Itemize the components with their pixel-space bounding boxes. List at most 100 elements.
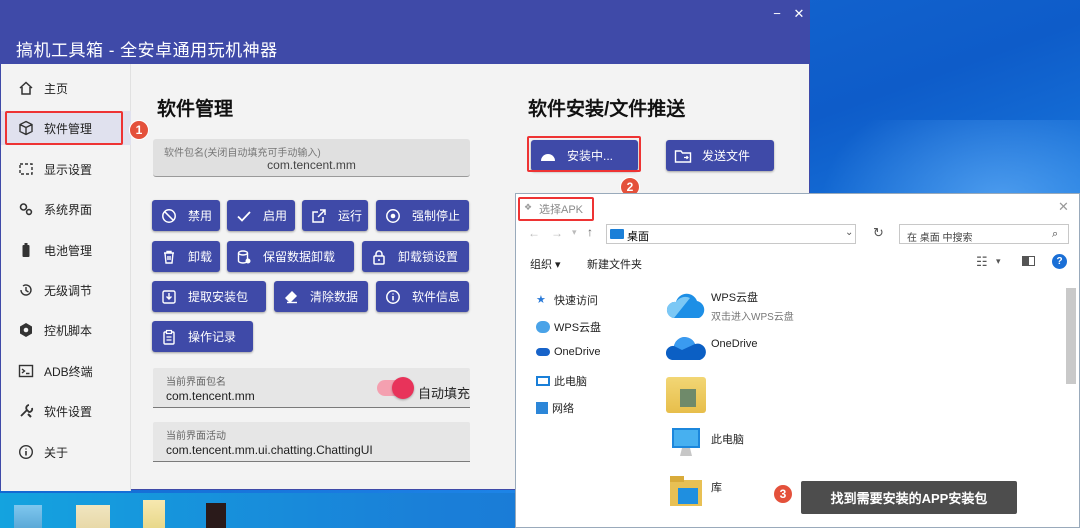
file-name: 此电脑 [711, 434, 744, 446]
forward-arrow-icon[interactable]: → [551, 226, 563, 240]
stop-circle-icon [384, 207, 402, 225]
dialog-title-highlight [518, 197, 594, 221]
taskbar-app-icon[interactable] [206, 503, 226, 528]
file-item-blurred-folder[interactable] [666, 377, 706, 413]
view-dropdown-icon[interactable]: ▾ [996, 256, 1001, 267]
package-name-label: 软件包名(关闭自动填充可手动输入) [164, 148, 321, 159]
uninstall-button[interactable]: 卸载 [152, 241, 220, 272]
sidebar-item-software-settings[interactable]: 软件设置 [1, 394, 131, 428]
file-name: OneDrive [711, 338, 758, 350]
uninstall-lock-settings-button[interactable]: 卸载锁设置 [362, 241, 469, 272]
history-icon [16, 280, 36, 300]
step-2-highlight [527, 136, 641, 172]
help-icon[interactable]: ? [1052, 254, 1067, 269]
force-stop-button[interactable]: 强制停止 [376, 200, 469, 231]
sidebar-item-system-ui[interactable]: 系统界面 [1, 192, 131, 226]
address-bar[interactable]: 桌面 ⌄ [606, 224, 856, 244]
new-folder-button[interactable]: 新建文件夹 [587, 256, 642, 272]
title-bar: 搞机工具箱 - 全安卓通用玩机神器 − ✕ [1, 1, 809, 64]
sidebar-item-home[interactable]: 主页 [1, 71, 131, 105]
ban-icon [160, 207, 178, 225]
software-info-button[interactable]: 软件信息 [376, 281, 469, 312]
preview-pane-icon[interactable] [1022, 256, 1035, 266]
tree-item-this-pc[interactable]: 此电脑 [536, 373, 587, 389]
dialog-close-button[interactable]: ✕ [1058, 199, 1069, 215]
library-folder-icon [670, 476, 702, 506]
file-item-this-pc[interactable]: 此电脑 [666, 426, 744, 460]
sidebar-item-battery[interactable]: 电池管理 [1, 233, 131, 267]
keep-data-uninstall-button[interactable]: 保留数据卸载 [227, 241, 354, 272]
monitor-icon [672, 428, 700, 456]
terminal-icon [16, 361, 36, 381]
send-file-button[interactable]: 发送文件 [666, 140, 774, 171]
folder-icon [666, 377, 706, 413]
app-title: 搞机工具箱 - 全安卓通用玩机神器 [16, 41, 278, 60]
taskbar-app-icon[interactable] [143, 500, 165, 528]
sidebar-item-label: 无级调节 [44, 283, 93, 298]
sidebar-item-stepless-adjust[interactable]: 无级调节 [1, 273, 131, 307]
minimize-button[interactable]: − [769, 6, 785, 21]
extract-apk-button[interactable]: 提取安装包 [152, 281, 266, 312]
sidebar-item-label: 关于 [44, 445, 69, 460]
desktop-folder-icon [610, 229, 624, 239]
vertical-scrollbar[interactable] [1066, 288, 1076, 384]
clear-data-button[interactable]: 清除数据 [274, 281, 368, 312]
install-push-heading: 软件安装/文件推送 [528, 99, 686, 120]
current-package-label: 当前界面包名 [166, 377, 226, 388]
current-activity-value: com.tencent.mm.ui.chatting.ChattingUI [166, 443, 373, 457]
taskbar-app-icon[interactable] [76, 505, 110, 528]
battery-icon [16, 240, 36, 260]
view-options-icon[interactable]: ☷ [976, 254, 988, 270]
dialog-title-bar: ❖ 选择APK ✕ [516, 194, 1079, 221]
check-icon [235, 207, 253, 225]
enable-button[interactable]: 启用 [227, 200, 295, 231]
sidebar-item-control-script[interactable]: 控机脚本 [1, 313, 131, 347]
sidebar-item-label: 系统界面 [44, 202, 93, 217]
tree-item-onedrive[interactable]: OneDrive [536, 346, 600, 358]
search-placeholder: 在 桌面 中搜索 [907, 233, 973, 244]
display-icon [16, 159, 36, 179]
taskbar-app-icon[interactable] [14, 505, 42, 528]
navigation-pane: ★ 快速访问 WPS云盘 OneDrive 此电脑 网络 [516, 284, 656, 524]
step-3-badge: 3 [773, 484, 793, 504]
disable-button[interactable]: 禁用 [152, 200, 220, 231]
sidebar-item-about[interactable]: 关于 [1, 435, 131, 469]
operation-log-button[interactable]: 操作记录 [152, 321, 253, 352]
sidebar-item-adb-terminal[interactable]: ADB终端 [1, 354, 131, 388]
organize-menu[interactable]: 组织 ▾ [530, 256, 561, 272]
up-arrow-icon[interactable]: ↑ [587, 225, 593, 239]
package-name-field[interactable]: 软件包名(关闭自动填充可手动输入) com.tencent.mm [153, 139, 470, 177]
sidebar-item-label: 软件设置 [44, 404, 93, 419]
tools-icon [16, 401, 36, 421]
sidebar-item-display-settings[interactable]: 显示设置 [1, 152, 131, 186]
sidebar-item-label: 控机脚本 [44, 323, 93, 338]
open-external-icon [310, 207, 328, 225]
history-dropdown-icon[interactable]: ▾ [572, 227, 577, 238]
file-open-dialog: ❖ 选择APK ✕ ← → ▾ ↑ 桌面 ⌄ ↻ 在 桌面 中搜索 ⌕ 组织 ▾… [515, 193, 1080, 528]
onedrive-icon [666, 337, 706, 360]
current-activity-field: 当前界面活动 com.tencent.mm.ui.chatting.Chatti… [153, 422, 470, 462]
cloud-icon [536, 321, 550, 333]
file-description: 双击进入WPS云盘 [711, 312, 794, 323]
search-input[interactable]: 在 桌面 中搜索 ⌕ [899, 224, 1069, 244]
close-button[interactable]: ✕ [791, 6, 807, 22]
eraser-icon [282, 288, 300, 306]
autofill-toggle[interactable] [377, 377, 414, 399]
back-arrow-icon[interactable]: ← [528, 226, 540, 240]
step-1-badge: 1 [129, 120, 149, 140]
refresh-icon[interactable]: ↻ [873, 225, 884, 241]
address-dropdown-icon[interactable]: ⌄ [845, 227, 853, 238]
address-text: 桌面 [627, 231, 649, 243]
lock-icon [370, 248, 388, 266]
tree-item-network[interactable]: 网络 [536, 400, 574, 416]
file-item-libraries[interactable]: 库 [666, 474, 722, 508]
download-tray-icon [160, 288, 178, 306]
file-item-onedrive[interactable]: OneDrive [666, 334, 757, 362]
folder-send-icon [674, 147, 692, 165]
tree-item-quick-access[interactable]: ★ 快速访问 [536, 292, 598, 308]
current-package-value: com.tencent.mm [166, 389, 255, 403]
file-item-wps-cloud[interactable]: WPS云盘 双击进入WPS云盘 [666, 289, 794, 323]
search-icon: ⌕ [1052, 228, 1059, 240]
run-button[interactable]: 运行 [302, 200, 368, 231]
tree-item-wps-cloud[interactable]: WPS云盘 [536, 319, 601, 335]
